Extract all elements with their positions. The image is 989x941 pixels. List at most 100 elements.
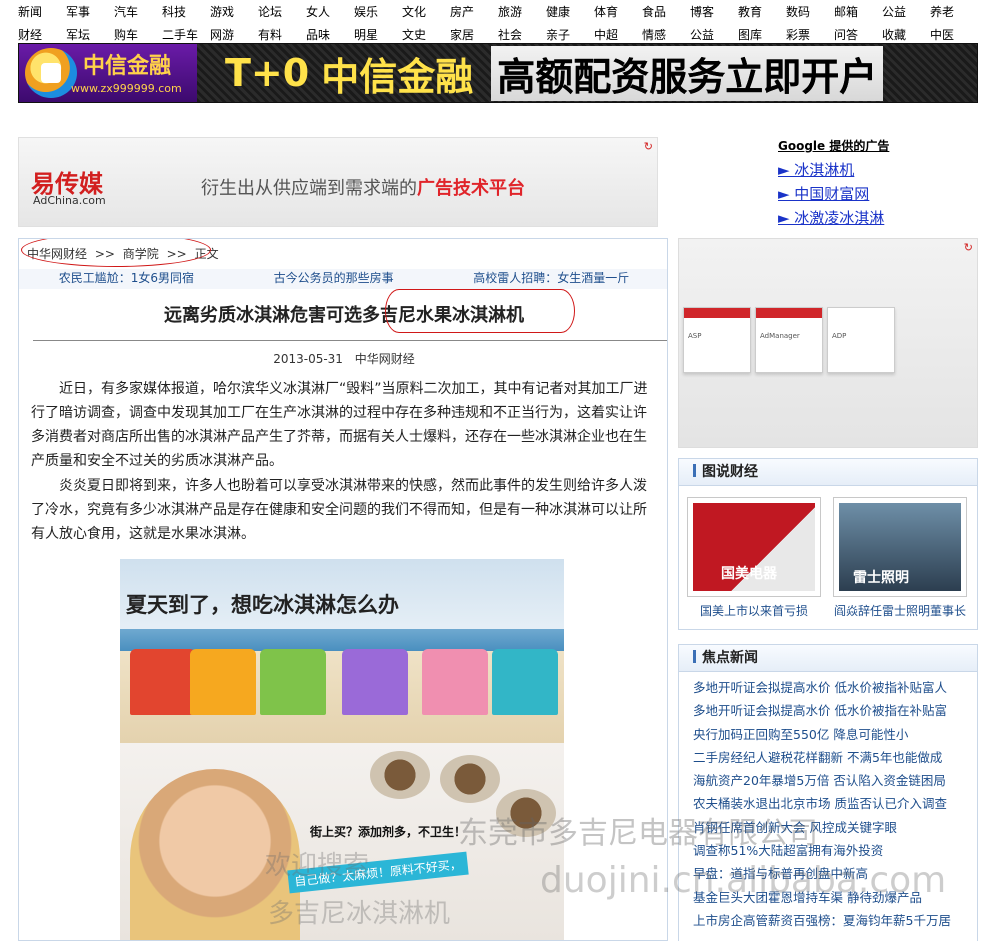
nav-link[interactable]: 有料: [254, 26, 302, 43]
focus-news-item[interactable]: 基金巨头大团霍恩增持车渠 静待劲爆产品: [693, 886, 963, 909]
refresh-icon[interactable]: ↻: [644, 140, 653, 153]
nav-link[interactable]: 邮箱: [830, 3, 878, 20]
focus-news-item[interactable]: 海航资产20年暴增5万倍 否认陷入资金链困局: [693, 769, 963, 792]
photo-caption: 夏天到了，想吃冰淇淋怎么办: [126, 593, 399, 617]
focus-news-item[interactable]: 调查称51%大陆超富拥有海外投资: [693, 839, 963, 862]
nav-link[interactable]: 情感: [638, 26, 686, 43]
picnews-caption[interactable]: 国美上市以来首亏损: [687, 602, 821, 619]
nav-link[interactable]: 中医: [926, 26, 974, 43]
google-ads-title[interactable]: Google 提供的广告: [778, 137, 978, 154]
nav-link[interactable]: 图库: [734, 26, 782, 43]
annotation-ring: [21, 239, 211, 267]
nav-link[interactable]: 食品: [638, 3, 686, 20]
nav-link[interactable]: 博客: [686, 3, 734, 20]
nav-link[interactable]: 文化: [398, 3, 446, 20]
article-photo: 夏天到了，想吃冰淇淋怎么办 街上买？添加剂多，不卫生！ 自己做？太麻烦！原料不好…: [120, 559, 564, 940]
google-ads: Google 提供的广告 ► 冰淇淋机 ► 中国财富网 ► 冰激凌冰淇淋: [778, 137, 978, 230]
nav-link[interactable]: 公益: [686, 26, 734, 43]
focus-news-item[interactable]: 央行加码正回购至550亿 降息可能性小: [693, 723, 963, 746]
nav-link[interactable]: 房产: [446, 3, 494, 20]
nav-link[interactable]: 文史: [398, 26, 446, 43]
article-paragraph: 近日，有多家媒体报道，哈尔滨华义冰淇淋厂“毁料”当原料二次加工，其中有记者对其加…: [31, 381, 648, 469]
nav-link[interactable]: 社会: [494, 26, 542, 43]
card-label: AdManager: [760, 332, 800, 340]
article-meta: 2013-05-31 中华网财经: [19, 350, 667, 367]
card-label: ADP: [832, 332, 847, 340]
adchina-ad[interactable]: 易传媒 AdChina.com 衍生出从供应端到需求端的广告技术平台 ↻: [18, 137, 658, 227]
article-source: 中华网财经: [354, 352, 415, 366]
nav-link[interactable]: 体育: [590, 3, 638, 20]
side-ad[interactable]: ↻ ASP AdManager ADP: [678, 238, 978, 448]
picnews-image[interactable]: 雷士照明: [833, 497, 967, 597]
chair-shape: [422, 649, 488, 715]
slogan-t0: T+0: [225, 51, 310, 95]
nav-link[interactable]: 公益: [878, 3, 926, 20]
headline-link[interactable]: 古今公务员的那些房事: [274, 269, 394, 289]
focus-news-item[interactable]: 多地开听证会拟提高水价 低水价被指补贴富人: [693, 676, 963, 699]
chair-shape: [190, 649, 256, 715]
photo-sea: [120, 629, 564, 651]
nav-link[interactable]: 科技: [158, 3, 206, 20]
nav-link[interactable]: 游戏: [206, 3, 254, 20]
title-divider: [33, 340, 667, 341]
jar-shape: [440, 755, 500, 803]
nav-link[interactable]: 网游: [206, 26, 254, 43]
google-ad-link[interactable]: ► 冰激凌冰淇淋: [778, 206, 978, 230]
focus-news-title: 焦点新闻: [679, 645, 977, 672]
photo-woman: [130, 769, 300, 940]
nav-link[interactable]: 娱乐: [350, 3, 398, 20]
google-ad-link[interactable]: ► 冰淇淋机: [778, 158, 978, 182]
nav-link[interactable]: 女人: [302, 3, 350, 20]
nav-link[interactable]: 财经: [14, 26, 62, 43]
nav-link[interactable]: 收藏: [878, 26, 926, 43]
nav-link[interactable]: 品味: [302, 26, 350, 43]
logo-name: 中信金融: [83, 54, 172, 79]
tagline-highlight: 广告技术平台: [417, 178, 525, 199]
picnews-caption[interactable]: 阎焱辞任雷士照明董事长: [833, 602, 967, 619]
nav-link[interactable]: 问答: [830, 26, 878, 43]
top-nav: 新闻 军事 汽车 科技 游戏 论坛 女人 娱乐 文化 房产 旅游 健康 体育 食品 博客 教育 数码 邮箱 公益 养老…: [14, 0, 976, 46]
focus-news-list: 多地开听证会拟提高水价 低水价被指补贴富人 多地开听证会拟提高水价 低水价被指在补…: [679, 672, 977, 936]
focus-news-item[interactable]: 多地开听证会拟提高水价 低水价被指在补贴富: [693, 699, 963, 722]
nav-link[interactable]: 旅游: [494, 3, 542, 20]
headline-link[interactable]: 农民工尴尬：1女6男同宿: [59, 269, 194, 289]
focus-news-item[interactable]: 肖钢任席首创新大会 风控成关键字眼: [693, 816, 963, 839]
chair-shape: [492, 649, 558, 715]
jar-shape: [496, 789, 556, 837]
refresh-icon[interactable]: ↻: [964, 241, 973, 254]
focus-news-item[interactable]: 农夫桶装水退出北京市场 质监否认已介入调查: [693, 792, 963, 815]
nav-link[interactable]: 健康: [542, 3, 590, 20]
nav-link[interactable]: 养老: [926, 3, 974, 20]
nav-link[interactable]: 军事: [62, 3, 110, 20]
nav-link[interactable]: 论坛: [254, 3, 302, 20]
adchina-url: AdChina.com: [33, 194, 106, 207]
nav-link[interactable]: 中超: [590, 26, 638, 43]
nav-row-1: 新闻 军事 汽车 科技 游戏 论坛 女人 娱乐 文化 房产 旅游 健康 体育 食品 博客 教育 数码 邮箱 公益 养老: [14, 0, 976, 23]
nav-link[interactable]: 二手车: [158, 26, 206, 43]
chair-shape: [130, 649, 196, 715]
nav-link[interactable]: 家居: [446, 26, 494, 43]
banner-ad[interactable]: 中信金融 www.zx999999.com T+0 中信金融 高额配资服务立即开…: [18, 43, 978, 103]
picnews-image[interactable]: 国美电器: [687, 497, 821, 597]
banner-slogan: T+0 中信金融 高额配资服务立即开户: [197, 45, 977, 101]
nav-link[interactable]: 亲子: [542, 26, 590, 43]
google-ad-link[interactable]: ► 中国财富网: [778, 182, 978, 206]
nav-link[interactable]: 购车: [110, 26, 158, 43]
nav-link[interactable]: 汽车: [110, 3, 158, 20]
headline-link[interactable]: 高校雷人招聘：女生酒量一斤: [473, 269, 629, 289]
product-card: AdManager: [755, 307, 823, 373]
focus-news-item[interactable]: 早盘：道指与标普再创盘中新高: [693, 862, 963, 885]
banner-logo: 中信金融 www.zx999999.com: [19, 44, 197, 102]
focus-news-item[interactable]: 二手房经纪人避税花样翻新 不满5年也能做成: [693, 746, 963, 769]
nav-link[interactable]: 教育: [734, 3, 782, 20]
nav-link[interactable]: 数码: [782, 3, 830, 20]
nav-link[interactable]: 新闻: [14, 3, 62, 20]
article-panel: 中华网财经 >> 商学院 >> 正文 农民工尴尬：1女6男同宿 古今公务员的那些…: [18, 238, 668, 941]
article-body: 近日，有多家媒体报道，哈尔滨华义冰淇淋厂“毁料”当原料二次加工，其中有记者对其加…: [31, 377, 651, 547]
nav-link[interactable]: 军坛: [62, 26, 110, 43]
focus-news-item[interactable]: 上市房企高管薪资百强榜：夏海钧年薪5千万居: [693, 909, 963, 932]
logo-icon: [25, 48, 77, 98]
nav-link[interactable]: 彩票: [782, 26, 830, 43]
nav-link[interactable]: 明星: [350, 26, 398, 43]
slogan-rest: 高额配资服务立即开户: [491, 45, 884, 101]
